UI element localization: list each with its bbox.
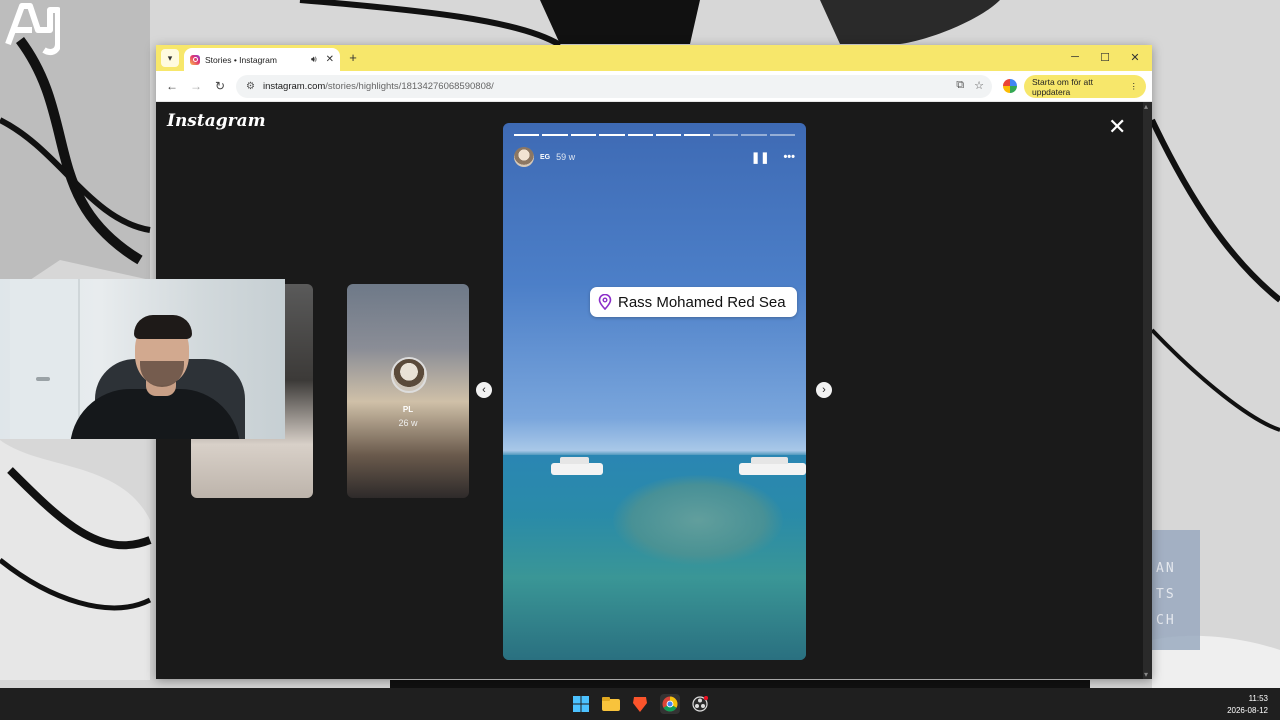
new-tab-button[interactable]: + — [345, 50, 361, 66]
story-username[interactable]: EG — [540, 154, 550, 161]
progress-segment — [656, 134, 682, 136]
forward-arrow-icon[interactable]: → — [188, 78, 204, 94]
progress-segment — [599, 134, 625, 136]
aj-plus-logo — [5, 3, 60, 55]
location-pin-icon — [598, 294, 612, 310]
install-app-icon[interactable]: ⧉ — [956, 79, 964, 92]
back-arrow-icon[interactable]: ← — [164, 78, 180, 94]
browser-window: ▾ Stories • Instagram 🔊︎ ✕ + ─ ☐ ✕ ← → ↻… — [156, 45, 1152, 679]
person-hair-image — [134, 315, 192, 339]
clock-date: 2026-08-12 — [1227, 706, 1268, 715]
taskbar: 11:53 2026-08-12 — [0, 688, 1280, 720]
tab-title: Stories • Instagram — [205, 54, 277, 65]
story-viewer[interactable]: EG 59 w ❚❚ ••• Rass Mohamed Red Sea — [503, 123, 806, 660]
reload-icon[interactable]: ↻ — [212, 78, 228, 94]
system-clock[interactable]: 11:53 2026-08-12 — [1227, 693, 1268, 717]
story-time: 59 w — [556, 152, 576, 162]
url-domain: instagram.com — [262, 81, 326, 92]
instagram-favicon-icon — [190, 54, 200, 65]
page-scrollbar[interactable] — [1143, 102, 1152, 679]
bookmark-star-icon[interactable]: ☆ — [974, 79, 984, 92]
progress-segment — [769, 134, 796, 136]
boat-image — [551, 457, 603, 475]
progress-segment — [514, 134, 540, 136]
clock-time: 11:53 — [1248, 694, 1268, 703]
door-image — [10, 279, 80, 439]
side-panel-line: AN — [1156, 561, 1176, 576]
boat-image — [739, 457, 806, 475]
side-panel-line: TS — [1156, 587, 1176, 602]
webcam-overlay — [0, 279, 285, 439]
reef-image — [613, 475, 783, 565]
progress-segment — [627, 134, 654, 136]
window-close-icon[interactable]: ✕ — [1128, 51, 1142, 64]
tab-stories[interactable]: Stories • Instagram 🔊︎ ✕ — [184, 48, 340, 71]
side-panel-text: AN TS CH — [1152, 530, 1200, 650]
minimize-icon[interactable]: ─ — [1068, 51, 1082, 63]
file-explorer-icon[interactable] — [601, 694, 621, 714]
progress-segment — [542, 134, 568, 136]
more-menu-icon[interactable]: ⋮ — [1130, 81, 1139, 92]
pause-icon[interactable]: ❚❚ — [751, 151, 769, 164]
progress-segment — [712, 134, 739, 136]
side-panel-line: CH — [1156, 613, 1176, 628]
url-path: /stories/highlights/18134276068590808/ — [325, 81, 494, 92]
instagram-logo[interactable]: Instagram — [167, 111, 266, 131]
avatar[interactable] — [514, 147, 534, 167]
profile-icon[interactable] — [1003, 79, 1017, 93]
progress-segment — [570, 134, 597, 136]
maximize-icon[interactable]: ☐ — [1098, 51, 1112, 64]
site-settings-icon[interactable]: ⚙︎ — [246, 81, 255, 92]
windows-start-icon[interactable] — [571, 694, 591, 714]
tab-bar: ▾ Stories • Instagram 🔊︎ ✕ + ─ ☐ ✕ — [156, 45, 1152, 71]
previous-story-button[interactable]: ‹ — [476, 382, 492, 398]
location-label: Rass Mohamed Red Sea — [618, 293, 786, 311]
location-sticker[interactable]: Rass Mohamed Red Sea — [590, 287, 797, 317]
progress-segment — [684, 134, 710, 136]
more-options-icon[interactable]: ••• — [783, 151, 795, 164]
tab-search-button[interactable]: ▾ — [161, 49, 179, 67]
preview-username: PL — [402, 405, 414, 414]
obs-studio-icon[interactable] — [690, 694, 710, 714]
brave-browser-icon[interactable] — [630, 694, 650, 714]
next-story-button[interactable]: › — [816, 382, 832, 398]
update-button-label: Starta om för att uppdatera — [1032, 76, 1093, 97]
door-handle-image — [36, 377, 50, 381]
story-header: EG 59 w ❚❚ ••• — [514, 147, 795, 167]
story-progress-bar — [514, 134, 796, 136]
browser-toolbar: ← → ↻ ⚙︎ instagram.com/stories/highlight… — [156, 71, 1152, 102]
progress-segment — [741, 134, 767, 136]
preview-time: 26 w — [398, 418, 418, 428]
instagram-stories-page: Instagram ✕ PL 26 w ‹ EG 59 w ❚❚ ••• Ras… — [156, 102, 1143, 679]
close-stories-button[interactable]: ✕ — [1108, 116, 1126, 138]
avatar — [391, 357, 427, 393]
update-button[interactable]: Starta om för att uppdatera ⋮ — [1024, 75, 1146, 98]
speaker-icon[interactable]: 🔊︎ — [311, 54, 317, 65]
close-icon[interactable]: ✕ — [326, 54, 334, 65]
address-bar[interactable]: ⚙︎ instagram.com/stories/highlights/1813… — [236, 75, 992, 98]
story-preview-right[interactable]: PL 26 w — [347, 284, 469, 498]
chrome-browser-icon[interactable] — [660, 694, 680, 714]
